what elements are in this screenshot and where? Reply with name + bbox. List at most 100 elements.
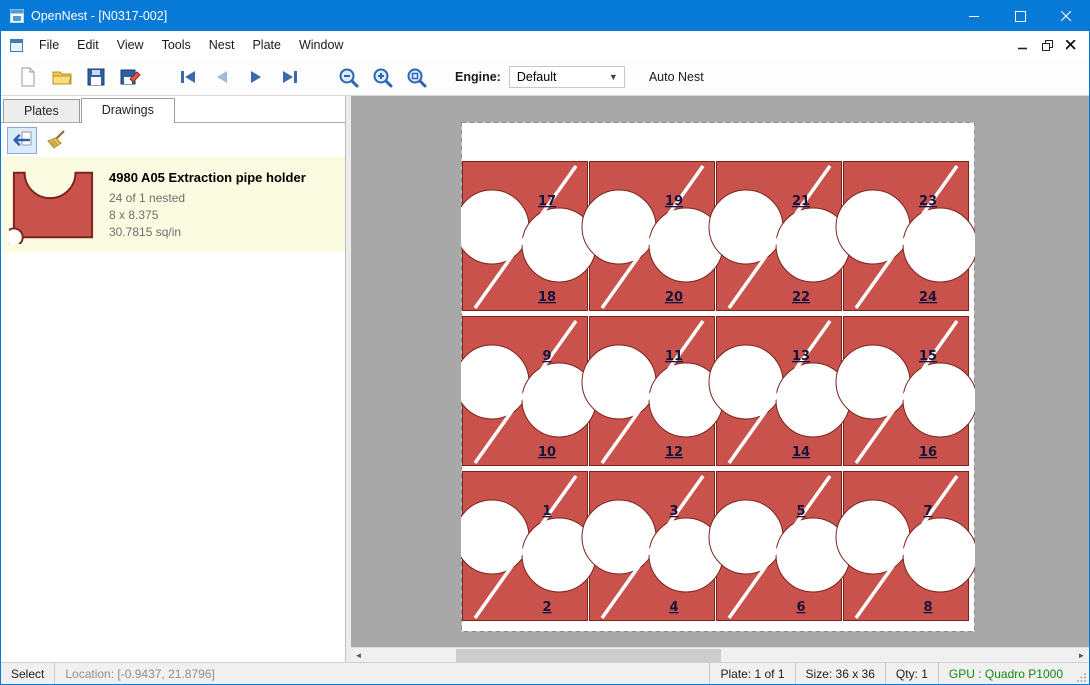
drawing-area: 30.7815 sq/in [109, 225, 306, 239]
titlebar: OpenNest - [N0317-002] [1, 1, 1089, 31]
save-icon [85, 66, 107, 88]
part-number-label[interactable]: 15 [919, 349, 937, 364]
part-number-label[interactable]: 24 [919, 290, 937, 305]
menu-nest[interactable]: Nest [200, 33, 244, 57]
scrollbar-thumb[interactable] [456, 649, 721, 662]
close-button[interactable] [1043, 1, 1089, 31]
go-previous-button[interactable] [207, 62, 237, 92]
maximize-icon [1015, 11, 1026, 22]
new-button[interactable] [13, 62, 43, 92]
part-circle-cutout [709, 500, 783, 574]
part-number-label[interactable]: 9 [542, 349, 551, 364]
child-document-icon [9, 38, 24, 53]
part-number-label[interactable]: 2 [542, 600, 551, 615]
part-number-label[interactable]: 6 [796, 600, 805, 615]
window-title: OpenNest - [N0317-002] [31, 9, 951, 23]
status-plate: Plate: 1 of 1 [710, 663, 794, 684]
mdi-restore-icon [1042, 40, 1053, 51]
part-number-label[interactable]: 16 [919, 445, 937, 460]
zoom-out-button[interactable] [333, 62, 363, 92]
part-number-label[interactable]: 5 [796, 504, 805, 519]
menu-file[interactable]: File [30, 33, 68, 57]
auto-nest-button[interactable]: Auto Nest [643, 66, 710, 88]
go-next-icon [245, 66, 267, 88]
menu-window[interactable]: Window [290, 33, 352, 57]
statusbar: Select Location: [-0.9437, 21.8796] Plat… [1, 662, 1089, 684]
part-number-label[interactable]: 23 [919, 194, 937, 209]
menu-plate[interactable]: Plate [243, 33, 290, 57]
go-previous-icon [211, 66, 233, 88]
part-circle-cutout [709, 190, 783, 264]
part-number-label[interactable]: 21 [792, 194, 810, 209]
go-first-button[interactable] [173, 62, 203, 92]
mdi-close-button[interactable] [1059, 34, 1083, 56]
toolbar: Engine: Default ▼ Auto Nest [1, 59, 1089, 96]
save-as-button[interactable] [115, 62, 145, 92]
mdi-minimize-button[interactable] [1011, 34, 1035, 56]
part-circle-cutout [582, 345, 656, 419]
move-back-button[interactable] [7, 127, 37, 154]
zoom-in-button[interactable] [367, 62, 397, 92]
part-circle-cutout [461, 500, 529, 574]
nest-canvas[interactable]: 171819202122232491011121314151612345678 … [351, 96, 1089, 662]
resize-grip[interactable] [1073, 663, 1089, 684]
open-button[interactable] [47, 62, 77, 92]
zoom-out-icon [337, 66, 359, 88]
clean-button[interactable] [41, 127, 71, 154]
maximize-button[interactable] [997, 1, 1043, 31]
part-number-label[interactable]: 7 [923, 504, 932, 519]
menu-view[interactable]: View [108, 33, 153, 57]
plate-svg[interactable]: 171819202122232491011121314151612345678 [461, 122, 975, 632]
scroll-left-icon[interactable]: ◄ [351, 648, 366, 662]
part-number-label[interactable]: 4 [669, 600, 678, 615]
part-circle-cutout [836, 500, 910, 574]
go-last-icon [279, 66, 301, 88]
engine-select[interactable]: Default ▼ [509, 66, 625, 88]
part-number-label[interactable]: 14 [792, 445, 810, 460]
mdi-restore-button[interactable] [1035, 34, 1059, 56]
sidebar-tabs: Plates Drawings [1, 96, 345, 123]
part-number-label[interactable]: 8 [923, 600, 932, 615]
part-number-label[interactable]: 22 [792, 290, 810, 305]
part-circle-cutout [461, 345, 529, 419]
go-next-button[interactable] [241, 62, 271, 92]
menu-tools[interactable]: Tools [153, 33, 200, 57]
app-icon [9, 8, 25, 24]
zoom-fit-button[interactable] [401, 62, 431, 92]
part-number-label[interactable]: 13 [792, 349, 810, 364]
status-location: Location: [-0.9437, 21.8796] [55, 663, 224, 684]
status-mode: Select [1, 663, 54, 684]
tab-plates[interactable]: Plates [3, 99, 80, 122]
part-circle-cutout [582, 500, 656, 574]
part-circle-cutout [903, 208, 975, 282]
part-circle-cutout [582, 190, 656, 264]
part-number-label[interactable]: 1 [542, 504, 551, 519]
menu-edit[interactable]: Edit [68, 33, 108, 57]
drawing-list-empty-area [1, 253, 345, 662]
tab-drawings[interactable]: Drawings [81, 98, 175, 123]
part-number-label[interactable]: 20 [665, 290, 683, 305]
drawing-list-item[interactable]: 4980 A05 Extraction pipe holder 24 of 1 … [1, 157, 345, 253]
part-circle-cutout [461, 190, 529, 264]
open-folder-icon [51, 66, 73, 88]
chevron-down-icon: ▼ [609, 72, 624, 82]
part-number-label[interactable]: 11 [665, 349, 683, 364]
part-number-label[interactable]: 10 [538, 445, 556, 460]
zoom-fit-icon [405, 66, 427, 88]
app-window: OpenNest - [N0317-002] File Edit View To… [0, 0, 1090, 685]
go-last-button[interactable] [275, 62, 305, 92]
part-number-label[interactable]: 18 [538, 290, 556, 305]
close-icon [1061, 11, 1072, 22]
part-number-label[interactable]: 3 [669, 504, 678, 519]
sidebar: Plates Drawings 4980 A05 Extraction pipe… [1, 96, 346, 662]
status-size: Size: 36 x 36 [796, 663, 885, 684]
minimize-button[interactable] [951, 1, 997, 31]
part-number-label[interactable]: 17 [538, 194, 556, 209]
mdi-minimize-icon [1018, 40, 1028, 50]
horizontal-scrollbar[interactable]: ◄ ► [351, 647, 1089, 662]
part-number-label[interactable]: 19 [665, 194, 683, 209]
save-button[interactable] [81, 62, 111, 92]
part-number-label[interactable]: 12 [665, 445, 683, 460]
scroll-right-icon[interactable]: ► [1074, 648, 1089, 662]
zoom-in-icon [371, 66, 393, 88]
